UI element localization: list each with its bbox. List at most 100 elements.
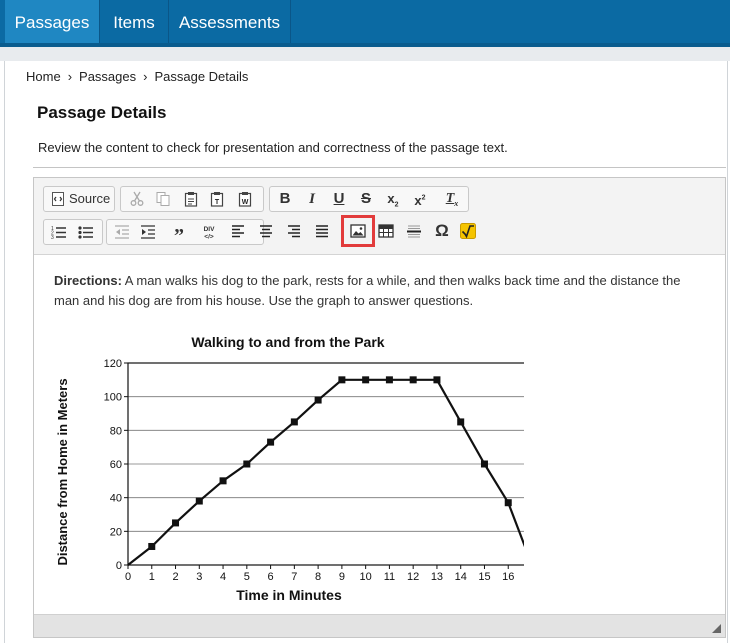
indent-icon <box>141 225 155 239</box>
special-character-icon: Ω <box>435 221 449 240</box>
x-tick-label: 8 <box>315 571 321 583</box>
source-button[interactable]: Source <box>44 187 110 211</box>
copy-button[interactable] <box>151 187 175 211</box>
remove-format-icon: Tx <box>445 191 459 208</box>
breadcrumb-home[interactable]: Home <box>26 69 61 84</box>
underline-icon: U <box>333 190 345 207</box>
y-tick-label: 80 <box>110 425 122 437</box>
x-tick-label: 4 <box>220 571 226 583</box>
divider <box>33 167 726 168</box>
div-container-button[interactable]: DIV </> <box>197 220 221 244</box>
page-description: Review the content to check for presenta… <box>38 140 508 155</box>
x-tick-label: 14 <box>455 571 467 583</box>
cut-icon <box>130 191 144 206</box>
bold-icon: B <box>279 190 291 207</box>
horizontal-line-button[interactable] <box>402 219 426 243</box>
resize-handle-icon[interactable] <box>712 624 721 633</box>
y-tick-label: 20 <box>110 526 122 538</box>
math-button[interactable] <box>456 219 480 243</box>
superscript-button[interactable]: x2 <box>408 187 432 211</box>
breadcrumb: Home › Passages › Passage Details <box>26 69 248 84</box>
breadcrumb-passages[interactable]: Passages <box>79 69 136 84</box>
strikethrough-icon: S <box>360 190 371 207</box>
div-container-icon: DIV</> <box>204 226 216 241</box>
data-point <box>480 460 488 468</box>
x-tick-label: 9 <box>339 571 345 583</box>
top-navigation: Passages Items Assessments <box>0 0 730 47</box>
align-center-icon <box>260 225 272 238</box>
justify-button[interactable] <box>310 219 334 243</box>
y-tick-label: 120 <box>104 358 122 370</box>
breadcrumb-separator: › <box>143 69 148 84</box>
rich-text-editor: Source T W B I U S x2 x2 Tx 1 2 3 ” DIV … <box>33 177 726 638</box>
paste-word-icon: W <box>238 192 252 207</box>
formatting-group: B I U S x2 x2 Tx <box>269 186 469 212</box>
paste-text-icon: T <box>210 192 224 207</box>
table-icon <box>378 224 394 238</box>
chart-title: Walking to and from the Park <box>191 334 384 350</box>
svg-text:W: W <box>242 199 249 206</box>
indent-button[interactable] <box>136 220 160 244</box>
svg-text:T: T <box>215 199 220 206</box>
x-tick-label: 7 <box>291 571 297 583</box>
paste-text-button[interactable]: T <box>205 187 229 211</box>
subscript-button[interactable]: x2 <box>381 187 405 211</box>
horizontal-line-icon <box>407 225 421 238</box>
italic-button[interactable]: I <box>300 187 324 211</box>
paste-button[interactable] <box>179 187 203 211</box>
subscript-icon: x2 <box>387 191 399 209</box>
table-button[interactable] <box>374 219 398 243</box>
align-left-button[interactable] <box>226 219 250 243</box>
x-tick-label: 2 <box>172 571 178 583</box>
align-right-icon <box>288 225 300 238</box>
x-axis-label: Time in Minutes <box>236 587 342 603</box>
align-center-button[interactable] <box>254 219 278 243</box>
paste-icon <box>184 192 198 207</box>
paste-word-button[interactable]: W <box>233 187 257 211</box>
data-point <box>172 519 180 527</box>
svg-text:3: 3 <box>51 235 54 240</box>
directions-label: Directions: <box>54 273 122 288</box>
underline-button[interactable]: U <box>327 187 351 211</box>
data-point <box>243 460 251 468</box>
align-right-button[interactable] <box>282 219 306 243</box>
y-tick-label: 100 <box>104 392 122 404</box>
math-icon <box>460 223 476 239</box>
x-tick-label: 0 <box>125 571 131 583</box>
editor-toolbar: Source T W B I U S x2 x2 Tx 1 2 3 ” DIV … <box>34 178 725 255</box>
svg-text:DIV: DIV <box>204 226 216 233</box>
cut-button[interactable] <box>125 187 149 211</box>
tab-passages[interactable]: Passages <box>5 0 99 43</box>
x-tick-label: 16 <box>502 571 514 583</box>
series-line <box>127 378 524 566</box>
bold-button[interactable]: B <box>273 187 297 211</box>
outdent-icon <box>115 225 129 239</box>
numbered-list-button[interactable]: 123 <box>47 220 71 244</box>
directions-text: A man walks his dog to the park, rests f… <box>54 273 681 308</box>
editor-content[interactable]: Directions: A man walks his dog to the p… <box>34 255 725 615</box>
svg-text:</>: </> <box>204 234 214 241</box>
x-tick-label: 13 <box>431 571 443 583</box>
data-point <box>267 438 275 446</box>
data-point <box>362 376 370 384</box>
justify-icon <box>316 225 328 238</box>
x-tick-label: 1 <box>149 571 155 583</box>
y-tick-label: 60 <box>110 459 122 471</box>
tab-assessments[interactable]: Assessments <box>169 0 290 43</box>
outdent-button[interactable] <box>110 220 134 244</box>
remove-format-button[interactable]: Tx <box>440 187 464 211</box>
data-point <box>195 497 203 505</box>
x-tick-label: 10 <box>360 571 372 583</box>
list-group: 123 <box>43 219 103 245</box>
data-point <box>219 477 227 485</box>
tab-items[interactable]: Items <box>100 0 168 43</box>
directions-paragraph: Directions: A man walks his dog to the p… <box>54 271 704 311</box>
bulleted-list-button[interactable] <box>74 220 98 244</box>
x-tick-label: 3 <box>196 571 202 583</box>
x-tick-label: 6 <box>268 571 274 583</box>
clipboard-group: T W <box>120 186 264 212</box>
blockquote-button[interactable]: ” <box>167 220 191 247</box>
special-character-button[interactable]: Ω <box>430 219 454 243</box>
strikethrough-button[interactable]: S <box>354 187 378 211</box>
align-left-icon <box>232 225 244 238</box>
